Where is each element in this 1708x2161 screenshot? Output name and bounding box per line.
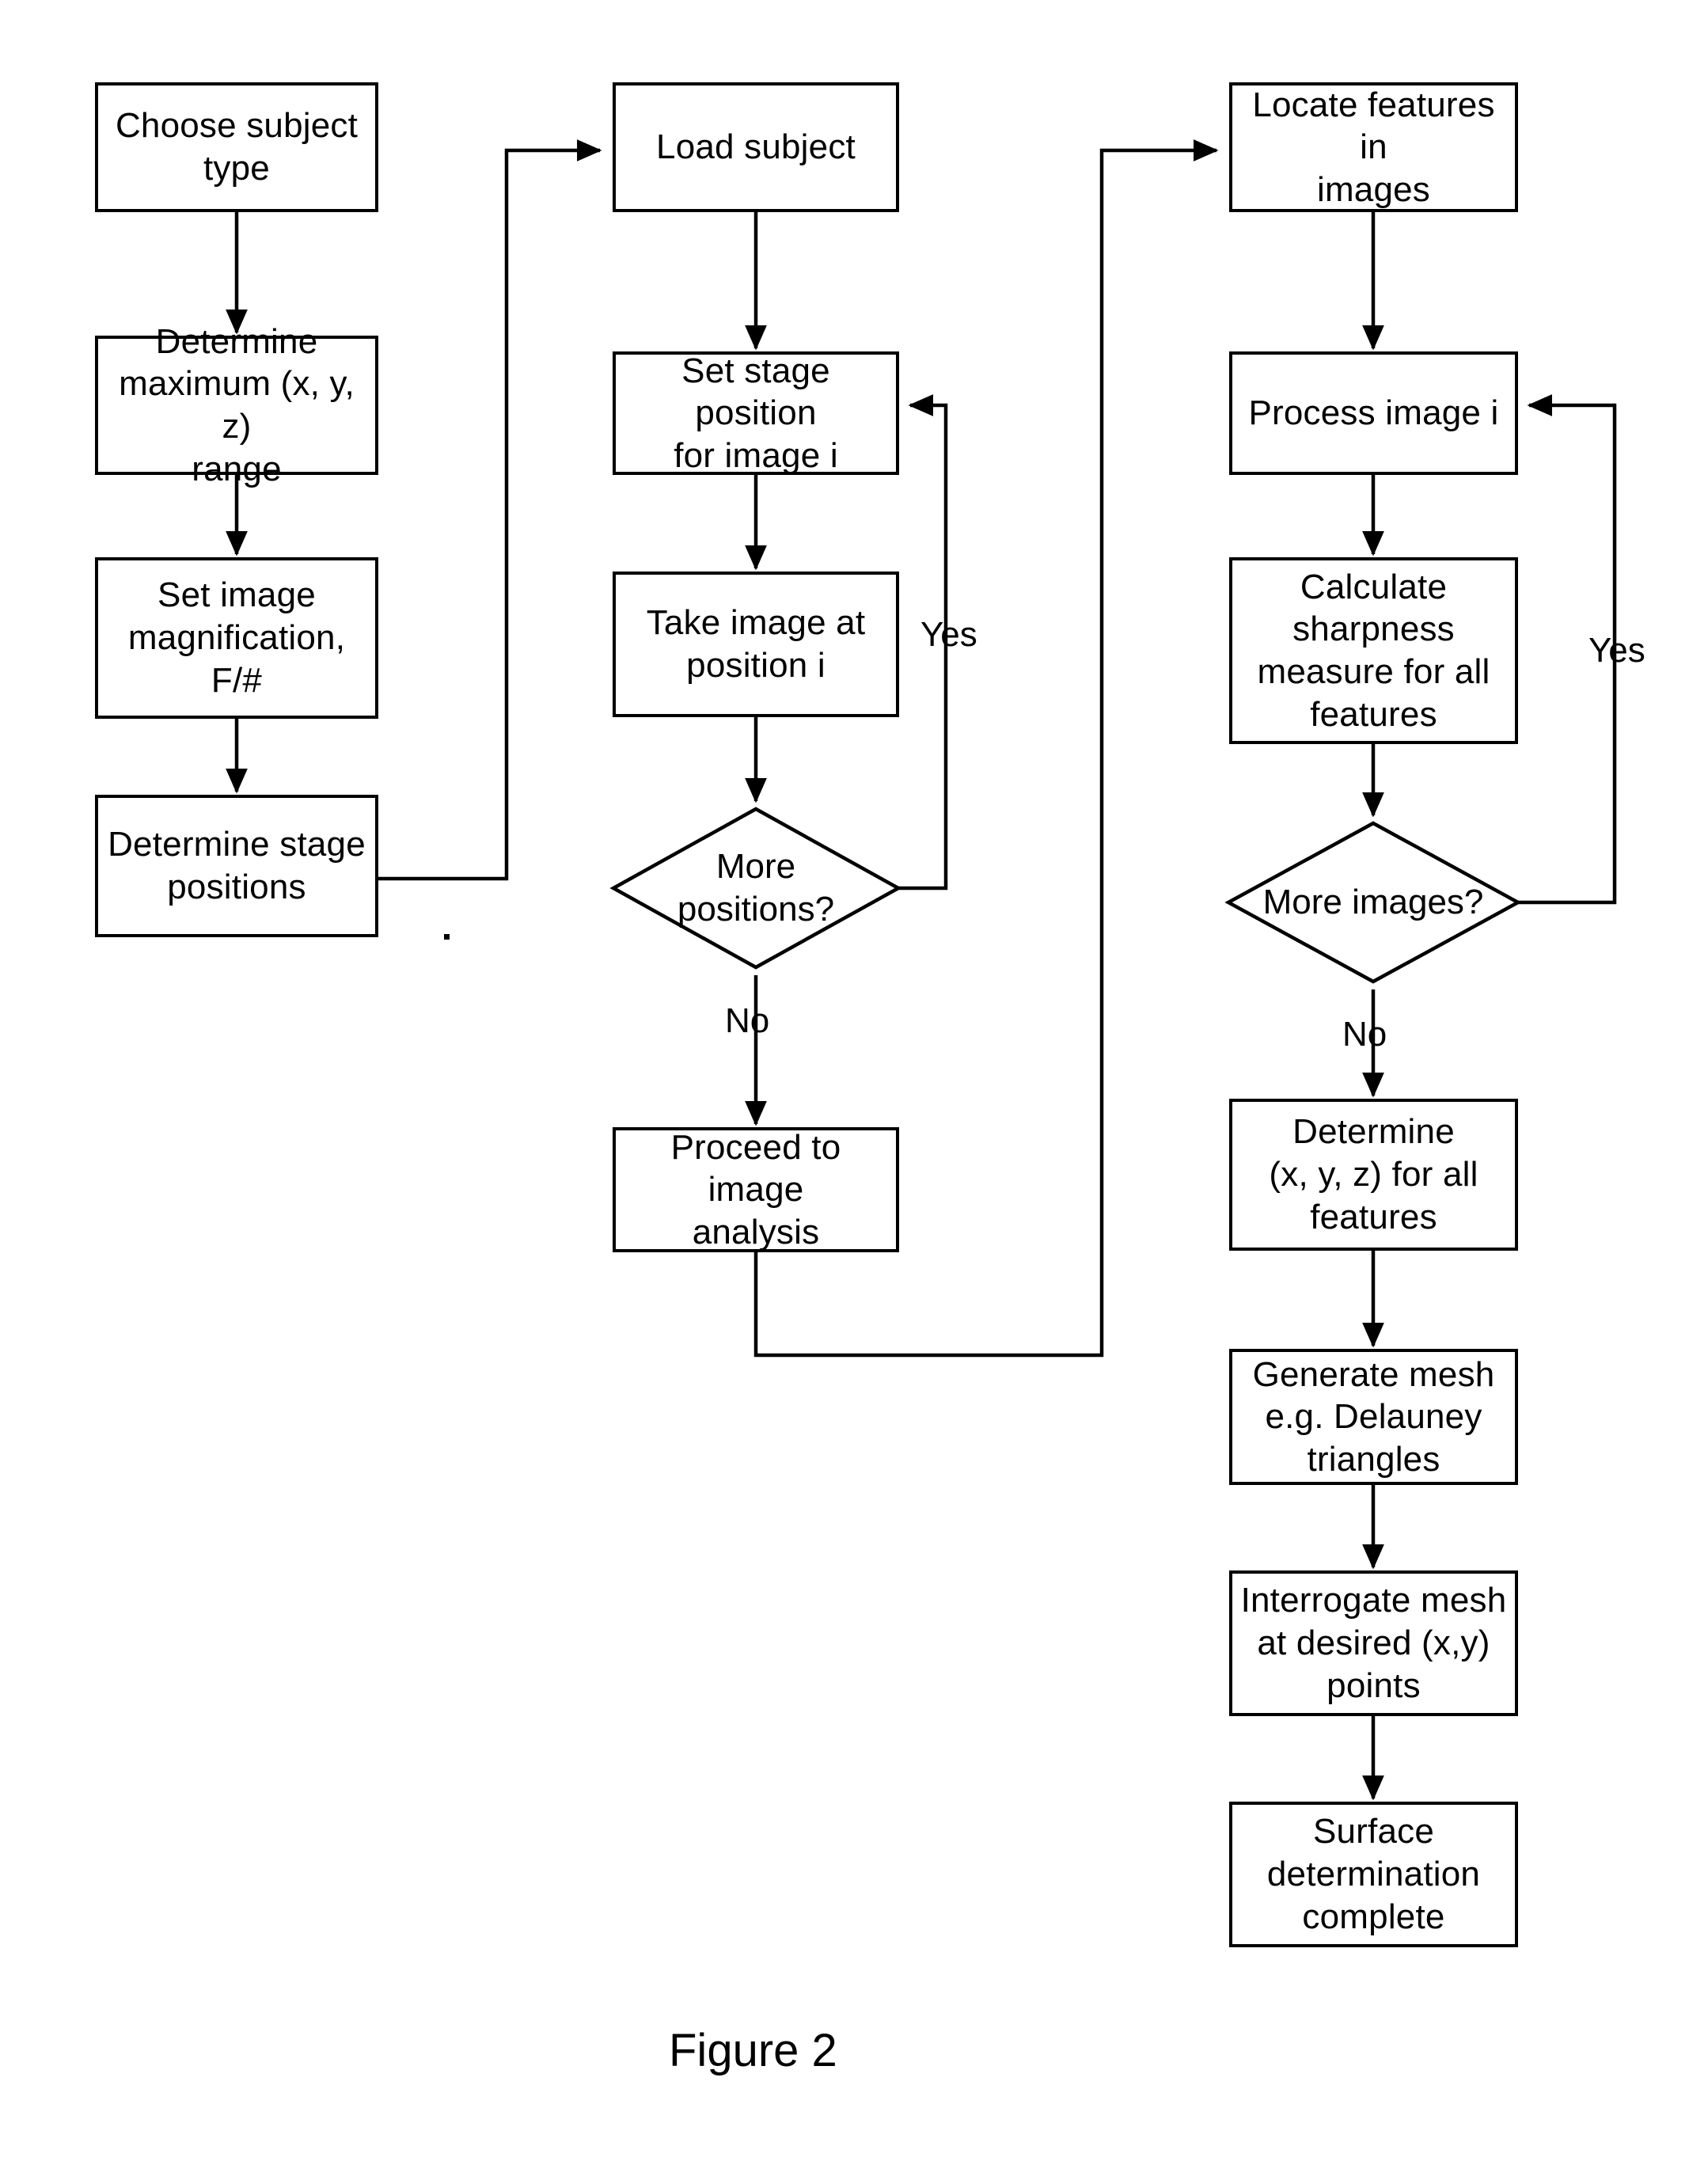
node-proceed-to-image-analysis[interactable]: Proceed to image analysis [613,1127,899,1252]
edge-label-more-positions-yes: Yes [920,615,977,654]
node-interrogate-mesh[interactable]: Interrogate mesh at desired (x,y) points [1229,1570,1518,1716]
node-more-positions-label: More positions? [677,847,835,929]
node-locate-features[interactable]: Locate features in images [1229,82,1518,212]
node-set-stage-position[interactable]: Set stage position for image i [613,351,899,475]
node-determine-stage-positions[interactable]: Determine stage positions [95,795,378,937]
node-surface-complete[interactable]: Surface determination complete [1229,1802,1518,1947]
node-generate-mesh[interactable]: Generate mesh e.g. Delauney triangles [1229,1349,1518,1485]
node-set-image-magnification[interactable]: Set image magnification, F/# [95,557,378,719]
edge-label-more-images-yes: Yes [1588,631,1645,670]
node-take-image[interactable]: Take image at position i [613,572,899,717]
edge-label-more-images-no: No [1342,1015,1387,1054]
node-more-images[interactable]: More images? [1228,823,1518,982]
edge-label-more-positions-no: No [725,1001,770,1040]
node-calculate-sharpness[interactable]: Calculate sharpness measure for all feat… [1229,557,1518,744]
node-more-images-label: More images? [1262,883,1484,922]
node-load-subject[interactable]: Load subject [613,82,899,212]
node-determine-xyz[interactable]: Determine (x, y, z) for all features [1229,1099,1518,1251]
node-more-positions[interactable]: More positions? [613,809,898,967]
stray-speck [444,934,450,940]
figure-page: Choose subject type Determine maximum (x… [0,0,1708,2161]
node-process-image[interactable]: Process image i [1229,351,1518,475]
node-determine-max-range[interactable]: Determine maximum (x, y, z) range [95,322,378,488]
node-choose-subject-type[interactable]: Choose subject type [95,82,378,212]
edge-stage-positions-to-load-subject [378,139,602,881]
figure-caption: Figure 2 [669,2025,837,2076]
